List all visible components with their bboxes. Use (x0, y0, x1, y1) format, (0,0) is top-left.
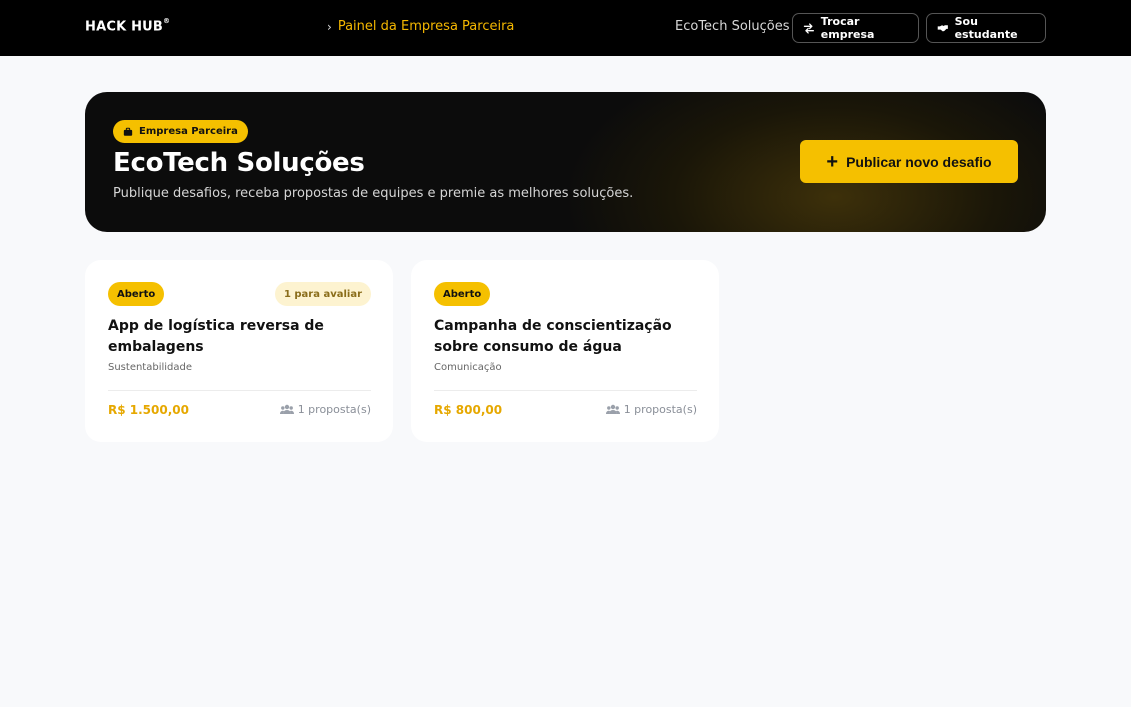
partner-badge: Empresa Parceira (113, 120, 248, 143)
challenge-category: Sustentabilidade (108, 362, 193, 373)
proposal-count: 1 proposta(s) (279, 403, 371, 416)
current-company-name: EcoTech Soluções (675, 19, 790, 34)
breadcrumb[interactable]: › Painel da Empresa Parceira (327, 19, 514, 34)
company-hero-banner: Empresa Parceira EcoTech Soluções Publiq… (85, 92, 1046, 232)
pending-review-badge: 1 para avaliar (274, 282, 371, 306)
partner-badge-label: Empresa Parceira (139, 126, 238, 137)
proposal-count: 1 proposta(s) (605, 403, 697, 416)
users-icon (605, 404, 620, 414)
plus-icon: + (826, 150, 839, 173)
switch-company-label: Trocar empresa (820, 15, 875, 41)
top-navbar: HACK HUB® › Painel da Empresa Parceira E… (0, 0, 1131, 56)
card-divider (108, 390, 371, 391)
status-badge: Aberto (108, 282, 165, 306)
proposal-count-label: 1 proposta(s) (297, 403, 371, 416)
logo-registered-mark: ® (163, 17, 171, 25)
swap-arrows-icon (803, 22, 814, 34)
briefcase-icon (123, 127, 133, 136)
challenge-category: Comunicação (434, 362, 502, 373)
challenge-title: Campanha de conscientização sobre consum… (434, 318, 672, 355)
proposal-count-label: 1 proposta(s) (623, 403, 697, 416)
breadcrumb-label: Painel da Empresa Parceira (337, 19, 515, 34)
chevron-right-icon: › (327, 19, 332, 34)
challenge-prize: R$ 800,00 (434, 403, 503, 417)
challenge-card[interactable]: Aberto Campanha de conscientização sobre… (411, 260, 719, 442)
page-title: EcoTech Soluções (113, 148, 365, 178)
challenge-card[interactable]: Aberto 1 para avaliar App de logística r… (85, 260, 393, 442)
handshake-icon (937, 24, 948, 31)
challenge-prize: R$ 1.500,00 (108, 403, 189, 417)
status-badge: Aberto (434, 282, 491, 306)
page-subtitle: Publique desafios, receba propostas de e… (113, 186, 634, 201)
users-icon (279, 404, 294, 414)
challenge-title: App de logística reversa de embalagens (108, 318, 324, 355)
card-divider (434, 390, 697, 391)
logo-text: HACK HUB (85, 19, 164, 35)
switch-company-button[interactable]: Trocar empresa (792, 13, 919, 43)
publish-challenge-button[interactable]: + Publicar novo desafio (800, 140, 1018, 183)
student-button[interactable]: Sou estudante (926, 13, 1046, 43)
student-label: Sou estudante (954, 15, 1018, 41)
publish-challenge-label: Publicar novo desafio (846, 153, 992, 170)
logo[interactable]: HACK HUB® (85, 17, 171, 35)
